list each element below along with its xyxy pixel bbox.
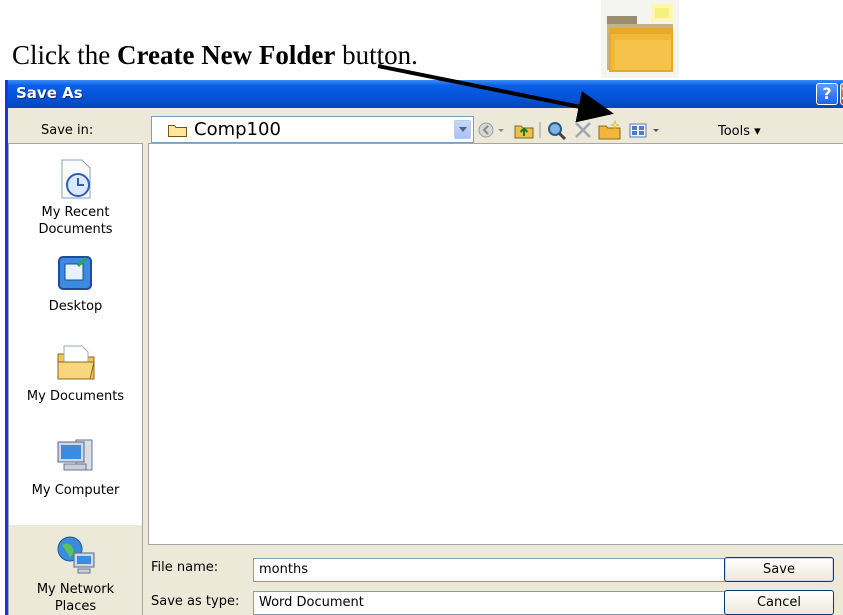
recent-documents-icon xyxy=(61,159,90,199)
toolbar-separator xyxy=(539,122,541,138)
instruction-suffix: button. xyxy=(335,40,418,70)
instruction-prefix: Click the xyxy=(12,40,117,70)
create-new-folder-icon[interactable] xyxy=(598,120,622,140)
folder-icon xyxy=(168,125,187,137)
save-button[interactable]: Save xyxy=(724,557,834,582)
window-title: Save As xyxy=(16,84,83,102)
create-new-folder-zoom-icon xyxy=(601,0,679,78)
file-name-value: months xyxy=(259,562,308,577)
save-as-dialog: Save As ? X Save in: Comp100 xyxy=(5,80,843,615)
save-in-dropdown-button[interactable] xyxy=(454,120,471,139)
my-documents-icon xyxy=(57,345,95,380)
delete-icon[interactable] xyxy=(572,120,594,140)
places-bar: My Recent Documents Desktop My Documents xyxy=(8,143,143,615)
place-label-my-computer: My Computer xyxy=(31,483,120,498)
place-my-computer[interactable]: My Computer xyxy=(9,434,142,499)
save-as-type-value: Word Document xyxy=(259,595,364,610)
title-bar[interactable]: Save As ? X xyxy=(8,80,843,108)
search-web-icon[interactable] xyxy=(546,120,568,140)
instruction-text: Click the Create New Folder button. xyxy=(12,40,418,71)
place-label-network: My Network Places xyxy=(36,582,115,614)
save-in-label: Save in: xyxy=(41,123,94,138)
instruction-bold: Create New Folder xyxy=(116,40,336,70)
save-as-type-select[interactable]: Word Document xyxy=(253,591,746,615)
file-name-label: File name: xyxy=(151,560,219,575)
file-list[interactable] xyxy=(148,143,843,545)
desktop-icon xyxy=(57,256,92,290)
place-my-documents[interactable]: My Documents xyxy=(9,340,142,405)
cancel-button[interactable]: Cancel xyxy=(724,590,834,615)
back-icon[interactable] xyxy=(478,120,506,140)
place-my-network-places[interactable]: My Network Places xyxy=(9,525,142,615)
views-icon[interactable] xyxy=(628,120,664,140)
up-folder-icon[interactable] xyxy=(513,120,535,140)
place-desktop[interactable]: Desktop xyxy=(9,254,142,315)
save-in-combo[interactable]: Comp100 xyxy=(151,116,474,143)
place-recent-documents[interactable]: My Recent Documents xyxy=(9,158,142,238)
save-as-type-label: Save as type: xyxy=(151,594,240,609)
tools-label: Tools xyxy=(718,124,751,139)
tools-menu[interactable]: Tools ▾ xyxy=(718,124,761,139)
my-computer-icon xyxy=(57,439,92,471)
file-name-input[interactable]: months xyxy=(253,558,746,582)
place-label-my-documents: My Documents xyxy=(26,389,125,404)
place-label-recent: My Recent Documents xyxy=(38,205,113,237)
help-button[interactable]: ? xyxy=(816,83,838,105)
place-label-desktop: Desktop xyxy=(48,299,103,314)
network-places-icon xyxy=(57,536,94,574)
save-in-value: Comp100 xyxy=(194,119,281,140)
